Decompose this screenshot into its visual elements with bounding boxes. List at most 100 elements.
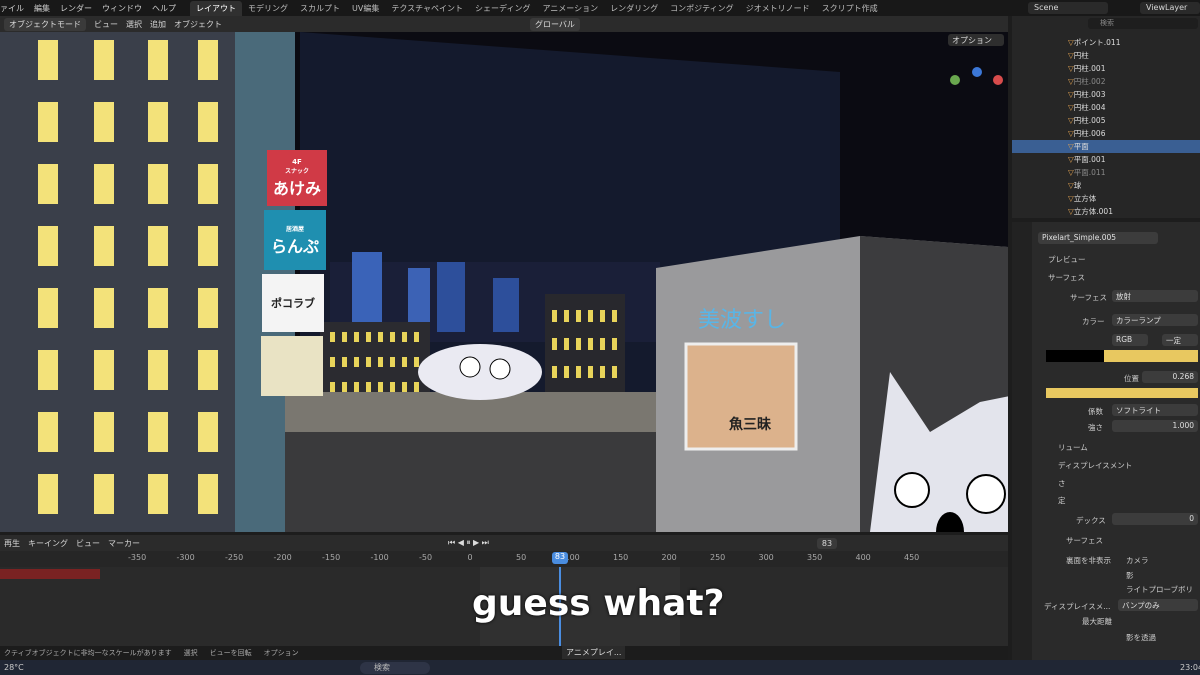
playback-menu[interactable]: 再生 — [4, 538, 20, 549]
outliner-item[interactable]: ▽ 円柱.003 — [1012, 88, 1200, 101]
taskbar-search[interactable]: 検索 — [360, 662, 430, 674]
outliner-item[interactable]: ▽ 平面 — [1012, 140, 1200, 153]
window — [390, 382, 395, 392]
ruler-tick: 150 — [613, 553, 629, 562]
outliner-item-label: 球 — [1073, 181, 1082, 190]
outliner-item[interactable]: ▽ 円柱 — [1012, 49, 1200, 62]
outliner-item[interactable]: ▽ 円柱.006 — [1012, 127, 1200, 140]
sign-ranpu: 居酒屋 らんぷ — [264, 210, 326, 270]
workspace-tab[interactable]: モデリング — [242, 1, 294, 16]
status-rotate: ビューを回転 — [209, 649, 252, 657]
window — [38, 226, 58, 266]
volume-panel[interactable]: リューム — [1058, 442, 1088, 453]
3d-viewport[interactable]: 4F スナック あけみ 居酒屋 らんぷ ポコラブ 美波すし 魚三昧 — [0, 32, 1008, 532]
window — [552, 310, 557, 322]
window — [414, 382, 419, 392]
outliner-item[interactable]: ▽ 立方体.001 — [1012, 205, 1200, 218]
window — [38, 40, 58, 80]
surface-shader-field[interactable]: 放射 — [1112, 290, 1198, 302]
sign-blank — [261, 336, 323, 396]
window — [38, 288, 58, 328]
outliner-item[interactable]: ▽ 平面.001 — [1012, 153, 1200, 166]
window — [148, 164, 168, 204]
properties-tabs[interactable] — [1012, 222, 1032, 660]
outliner-item[interactable]: ▽ 平面.011 — [1012, 166, 1200, 179]
menu-item[interactable]: 編集 — [34, 3, 50, 14]
select-menu[interactable]: 選択 — [126, 19, 142, 30]
outliner-item[interactable]: ▽ 円柱.005 — [1012, 114, 1200, 127]
color-mode-dropdown[interactable]: RGB — [1112, 334, 1148, 346]
play-controls[interactable]: ⏮ ◀ ⏸ ▶ ⏭ — [448, 538, 489, 548]
outliner-item-label: 平面.001 — [1073, 155, 1106, 164]
position-field[interactable]: 0.268 — [1142, 371, 1198, 383]
outliner-item[interactable]: ▽ 球 — [1012, 179, 1200, 192]
menu-item[interactable]: レンダー — [60, 3, 92, 14]
current-frame-field[interactable]: 83 — [816, 537, 838, 549]
window — [94, 164, 114, 204]
surface-panel-header[interactable]: サーフェス — [1048, 272, 1085, 283]
keying-menu[interactable]: キーイング — [28, 538, 68, 549]
window — [402, 357, 407, 367]
window — [94, 474, 114, 514]
shadow-checkbox[interactable]: 影 — [1126, 570, 1134, 581]
mode-dropdown[interactable]: オブジェクトモード — [4, 17, 86, 31]
workspace-tab[interactable]: コンポジティング — [664, 1, 740, 16]
menu-item[interactable]: ヘルプ — [152, 3, 176, 14]
marker-menu[interactable]: マーカー — [108, 538, 140, 549]
window — [38, 412, 58, 452]
workspace-tab[interactable]: UV編集 — [346, 1, 385, 16]
transparent-shadow-checkbox[interactable]: 影を透過 — [1126, 632, 1156, 643]
backface-label: 裏面を非表示 — [1066, 556, 1111, 565]
workspace-tab[interactable]: レンダリング — [604, 1, 664, 16]
color-ramp-bar[interactable] — [1046, 350, 1198, 362]
menu-item[interactable]: ウィンドウ — [102, 3, 142, 14]
menu-item[interactable]: ァイル — [0, 3, 24, 14]
add-menu[interactable]: 追加 — [150, 19, 166, 30]
outliner-item[interactable]: ▽ 円柱.002 — [1012, 75, 1200, 88]
outliner-item-label: ポイント.011 — [1073, 38, 1121, 47]
surface-settings-panel[interactable]: サーフェス — [1066, 535, 1103, 546]
window — [330, 357, 335, 367]
preview-panel[interactable]: プレビュー — [1048, 254, 1086, 265]
material-name-field[interactable]: Pixelart_Simple.005 — [1038, 232, 1158, 244]
outliner-item-label: 円柱.006 — [1073, 129, 1106, 138]
color-swatch[interactable] — [1046, 388, 1198, 398]
displacement-panel[interactable]: ディスプレイスメント — [1058, 460, 1132, 471]
outliner-search[interactable]: 検索 — [1088, 18, 1198, 29]
color-input-field[interactable]: カラーランプ — [1112, 314, 1198, 326]
window — [198, 40, 218, 80]
outliner-item[interactable]: ▽ 円柱.001 — [1012, 62, 1200, 75]
outliner-item[interactable]: ▽ 立方体 — [1012, 192, 1200, 205]
workspace-tab[interactable]: テクスチャペイント — [385, 1, 469, 16]
window — [378, 332, 383, 342]
transform-orientation-dropdown[interactable]: グローバル — [530, 17, 580, 31]
window — [414, 332, 419, 342]
workspace-tab[interactable]: スクリプト作成 — [816, 1, 884, 16]
workspace-tab[interactable]: アニメーション — [536, 1, 604, 16]
ruler-tick: 50 — [516, 553, 527, 562]
workspace-tab[interactable]: スカルプト — [294, 1, 346, 16]
scene-selector[interactable]: Scene — [1028, 2, 1108, 14]
workspace-tab[interactable]: シェーディング — [469, 1, 536, 16]
outliner-item[interactable]: ▽ 円柱.004 — [1012, 101, 1200, 114]
workspace-tab[interactable]: ジオメトリノード — [740, 1, 816, 16]
window — [198, 474, 218, 514]
window — [612, 338, 617, 350]
strength-field[interactable]: 1.000 — [1112, 420, 1198, 432]
playhead-frame-badge[interactable]: 83 — [552, 552, 568, 564]
taskbar-app-preview[interactable]: アニメプレイ... — [562, 646, 626, 659]
workspace-tab[interactable]: レイアウト — [190, 0, 242, 16]
outliner-item[interactable]: ▽ ポイント.011 — [1012, 36, 1200, 49]
blend-mode-field[interactable]: ソフトライト — [1112, 404, 1198, 416]
displacement-method-field[interactable]: バンプのみ — [1118, 599, 1198, 611]
pass-index-field[interactable]: 0 — [1112, 513, 1198, 525]
object-menu[interactable]: オブジェクト — [174, 19, 222, 30]
interpolation-dropdown[interactable]: 一定 — [1162, 334, 1198, 346]
timeline-view-menu[interactable]: ビュー — [76, 538, 100, 549]
window — [552, 366, 557, 378]
window — [354, 357, 359, 367]
view-layer-selector[interactable]: ViewLayer — [1140, 2, 1200, 14]
options-button[interactable]: オプション — [948, 34, 1004, 46]
camera-checkbox[interactable]: カメラ — [1126, 555, 1149, 566]
view-menu[interactable]: ビュー — [94, 19, 118, 30]
